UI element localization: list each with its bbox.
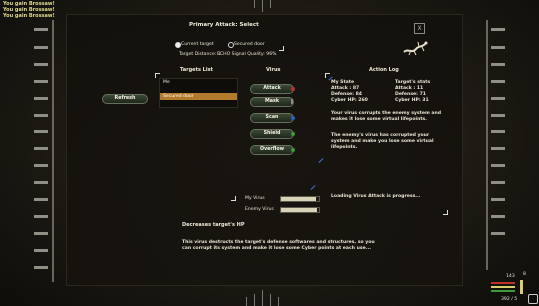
hud-value-mid: 8: [523, 272, 526, 277]
shield-status-indicator: [291, 132, 295, 136]
close-button[interactable]: X: [414, 23, 425, 34]
ammo-gauge: [520, 280, 523, 294]
health-bar: [491, 282, 515, 284]
corner-mark: [231, 196, 236, 201]
target-distance: Target Distance: 1: [179, 52, 221, 57]
virus-description-title: Decreases target's HP: [182, 222, 245, 228]
virus-scan-label: Scan: [265, 115, 279, 120]
mask-status-indicator: [291, 99, 293, 104]
refresh-button[interactable]: Refresh: [102, 94, 148, 104]
virus-shield-button[interactable]: Shield: [250, 129, 294, 139]
scan-status-indicator: [291, 116, 295, 120]
target-option-label: Secured door: [234, 42, 265, 47]
target-stats-line: Defense: 71: [395, 92, 426, 97]
target-stats-line: Cyber HP: 31: [395, 98, 429, 103]
virus-attack-button[interactable]: Attack: [250, 84, 294, 94]
my-virus-label: My Virus: [245, 196, 265, 201]
target-stats-title: Target's stats: [395, 80, 431, 85]
action-log-header: Action Log: [369, 67, 399, 73]
enemy-virus-progress: [280, 207, 320, 213]
corner-mark: [443, 210, 448, 215]
energy-bar: [491, 286, 515, 288]
virus-mask-label: Mask: [264, 99, 280, 104]
action-log-message: Your virus corrupts the enemy system and…: [331, 111, 442, 122]
hud-value-bottom: 392 / 5: [501, 297, 518, 302]
my-virus-progress-fill: [281, 197, 316, 201]
virus-shield-label: Shield: [263, 131, 281, 136]
virus-description-body: This virus destructs the target's defens…: [182, 240, 375, 251]
my-state-line: Defense: 84: [331, 92, 362, 97]
enemy-virus-label: Enemy Virus: [245, 207, 274, 212]
my-state-line: Cyber HP: 260: [331, 98, 368, 103]
virus-overflow-button[interactable]: Overflow: [250, 145, 294, 155]
close-icon: X: [417, 25, 422, 32]
virus-scan-button[interactable]: Scan: [250, 113, 294, 123]
virus-attack-label: Attack: [263, 86, 281, 91]
window-title: Primary Attack: Select: [189, 22, 259, 28]
log-line: You gain Brossaw!: [3, 13, 55, 19]
my-virus-progress: [280, 196, 320, 202]
corner-mark: [279, 46, 284, 51]
signal-quality: ECHO Signal Quality: 96%: [217, 52, 277, 57]
overflow-status-indicator: [291, 148, 295, 152]
targets-list: Me Secured door: [159, 78, 238, 108]
hud-value-top: 143: [506, 274, 515, 279]
event-log: You gain Brossaw! You gain Brossaw! You …: [3, 1, 55, 19]
enemy-virus-progress-fill: [281, 208, 318, 212]
menu-icon[interactable]: [528, 294, 538, 304]
stamina-bar: [491, 290, 515, 292]
action-log-message: The enemy's virus has corrupted your sys…: [331, 133, 434, 150]
lizard-logo-icon: [402, 40, 428, 60]
virus-header: Virus: [266, 67, 281, 73]
target-stats-line: Attack : 11: [395, 86, 424, 91]
target-list-item-door[interactable]: Secured door: [160, 93, 237, 100]
my-state-line: Attack : 87: [331, 86, 360, 91]
virus-mask-button[interactable]: Mask: [250, 97, 294, 107]
attack-status-indicator: [291, 87, 295, 91]
targets-list-header: Targets List: [180, 67, 213, 73]
target-list-item-me[interactable]: Me: [160, 79, 237, 86]
my-state-title: My State: [331, 80, 355, 85]
loading-status: Loading Virus Attack is progress...: [331, 194, 421, 199]
target-option-label: Current target: [181, 42, 214, 47]
virus-overflow-label: Overflow: [259, 147, 285, 152]
